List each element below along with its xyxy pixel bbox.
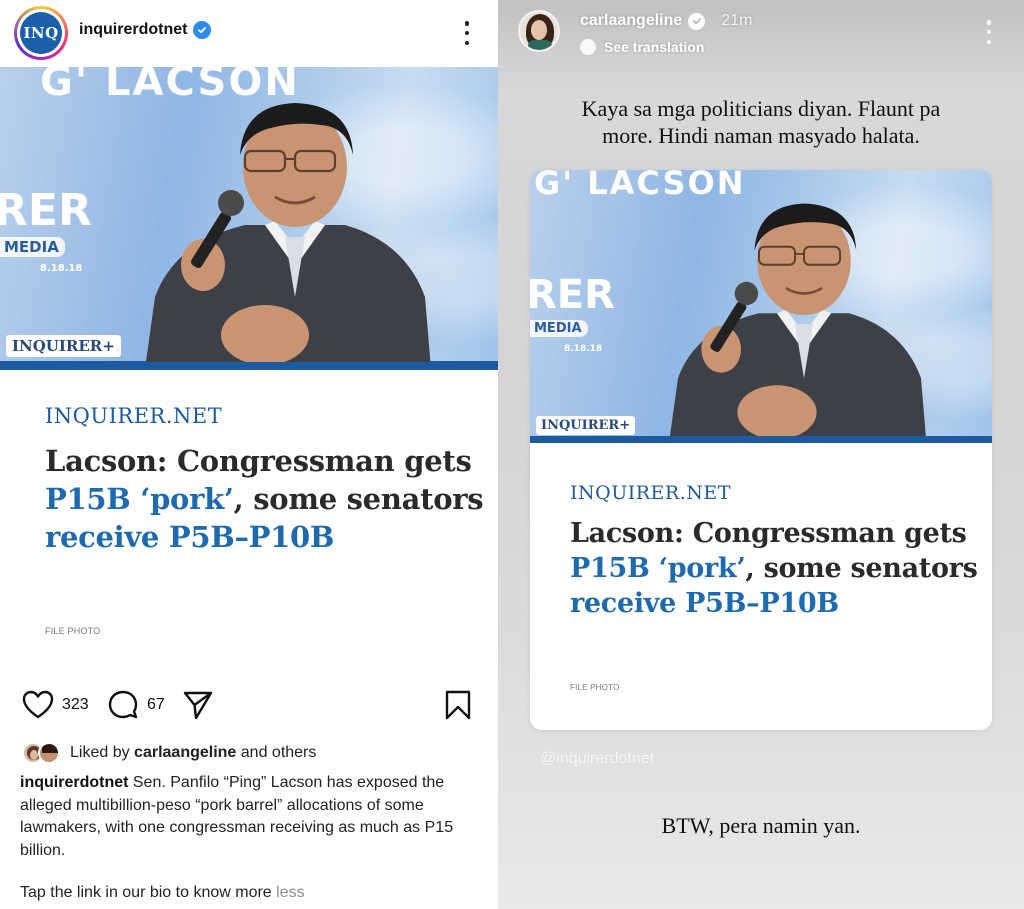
post-image: G' LACSON RER MEDIA 8.18.18 INQUIRER+ xyxy=(0,67,498,369)
story-avatar[interactable] xyxy=(518,10,560,52)
comment-action[interactable]: 67 xyxy=(107,688,165,722)
brand-label: INQUIRER.NET xyxy=(570,482,731,504)
avatar-logo: INQ xyxy=(20,12,62,54)
photo-backdrop-media: MEDIA xyxy=(530,320,588,337)
less-link[interactable]: less xyxy=(276,884,304,901)
liked-by-text: Liked by carlaangeline and others xyxy=(70,744,317,761)
comment-count: 67 xyxy=(147,696,165,713)
story-caption-line-2: more. Hindi naman masyado halata. xyxy=(602,123,920,148)
speaker-figure xyxy=(669,203,927,443)
instagram-story: carlaangeline 21m See translation Kaya s… xyxy=(498,0,1024,909)
bookmark-icon[interactable] xyxy=(444,689,472,721)
photo-divider xyxy=(0,362,498,370)
photo-podium-sign: INQUIRER+ xyxy=(6,335,121,357)
photo-podium-sign: INQUIRER+ xyxy=(536,416,636,435)
like-action[interactable]: 323 xyxy=(22,688,89,722)
post-caption: inquirerdotnet Sen. Panfilo “Ping” Lacso… xyxy=(20,772,460,862)
article-headline: Lacson: Congressman gets P15B ‘pork’, so… xyxy=(45,442,485,556)
profile-avatar[interactable]: INQ xyxy=(14,6,68,60)
headline-line-1: Lacson: Congressman gets xyxy=(570,518,967,549)
shared-article-text: INQUIRER.NET Lacson: Congressman gets P1… xyxy=(570,482,980,692)
see-translation-label[interactable]: See translation xyxy=(604,39,704,55)
shared-post-image: G' LACSON RER MEDIA 8.18.18 INQUIRER+ xyxy=(530,170,992,443)
headline-line-2: P15B ‘pork’, some senators xyxy=(45,482,484,516)
post-username[interactable]: inquirerdotnet xyxy=(79,21,212,39)
photo-backdrop-date: 8.18.18 xyxy=(40,263,83,274)
translate-icon xyxy=(580,39,596,55)
photo-backdrop-date: 8.18.18 xyxy=(564,344,603,354)
post-header: INQ inquirerdotnet xyxy=(0,0,498,66)
file-photo-label: FILE PHOTO xyxy=(570,683,620,692)
story-caption-top: Kaya sa mga politicians diyan. Flaunt pa… xyxy=(538,95,984,149)
headline-line-2: P15B ‘pork’, some senators xyxy=(570,553,978,584)
more-options-icon[interactable] xyxy=(458,18,476,48)
story-caption-bottom: BTW, pera namin yan. xyxy=(661,813,861,838)
file-photo-label: FILE PHOTO xyxy=(45,626,101,636)
photo-backdrop-text-2: RER xyxy=(530,272,615,318)
like-count: 323 xyxy=(62,696,89,713)
save-action[interactable] xyxy=(444,688,472,722)
story-username[interactable]: carlaangeline 21m xyxy=(580,12,752,30)
headline-line-1: Lacson: Congressman gets xyxy=(45,444,472,478)
story-timestamp: 21m xyxy=(721,12,753,29)
headline-line-3: receive P5B–P10B xyxy=(570,588,839,619)
liked-by-user[interactable]: carlaangeline xyxy=(134,744,236,761)
comment-icon[interactable] xyxy=(107,689,139,721)
story-username-label[interactable]: carlaangeline xyxy=(580,12,682,30)
send-icon[interactable] xyxy=(182,689,214,721)
instagram-post: INQ inquirerdotnet G' LACSON RER MEDIA 8… xyxy=(0,0,498,909)
username-label[interactable]: inquirerdotnet xyxy=(79,21,187,39)
brand-label: INQUIRER.NET xyxy=(45,404,223,428)
share-action[interactable] xyxy=(182,688,214,722)
post-actions: 323 67 xyxy=(22,688,478,722)
article-headline: Lacson: Congressman gets P15B ‘pork’, so… xyxy=(570,516,980,621)
see-translation[interactable]: See translation xyxy=(580,39,704,55)
story-watermark[interactable]: @inquirerdotnet xyxy=(540,750,654,768)
caption-tail: Tap the link in our bio to know more les… xyxy=(20,884,305,902)
liker-avatars xyxy=(22,742,60,764)
photo-backdrop-text-2: RER xyxy=(0,185,92,236)
photo-backdrop-media: MEDIA xyxy=(0,237,65,257)
verified-badge-icon xyxy=(193,21,212,39)
verified-badge-icon xyxy=(688,12,706,30)
story-caption-line-1: Kaya sa mga politicians diyan. Flaunt pa xyxy=(581,96,941,121)
speaker-figure xyxy=(145,103,431,369)
liked-by-row[interactable]: Liked by carlaangeline and others xyxy=(22,740,316,766)
headline-line-3: receive P5B–P10B xyxy=(45,520,335,554)
story-more-options-icon[interactable] xyxy=(984,20,994,44)
caption-username[interactable]: inquirerdotnet xyxy=(20,774,128,791)
caption-tap-text: Tap the link in our bio to know more xyxy=(20,884,277,901)
article-card: INQUIRER.NET Lacson: Congressman gets P1… xyxy=(45,404,485,636)
shared-post-card[interactable]: G' LACSON RER MEDIA 8.18.18 INQUIRER+ IN… xyxy=(530,170,992,730)
heart-icon[interactable] xyxy=(22,690,54,720)
liker-avatar-2 xyxy=(38,742,60,764)
